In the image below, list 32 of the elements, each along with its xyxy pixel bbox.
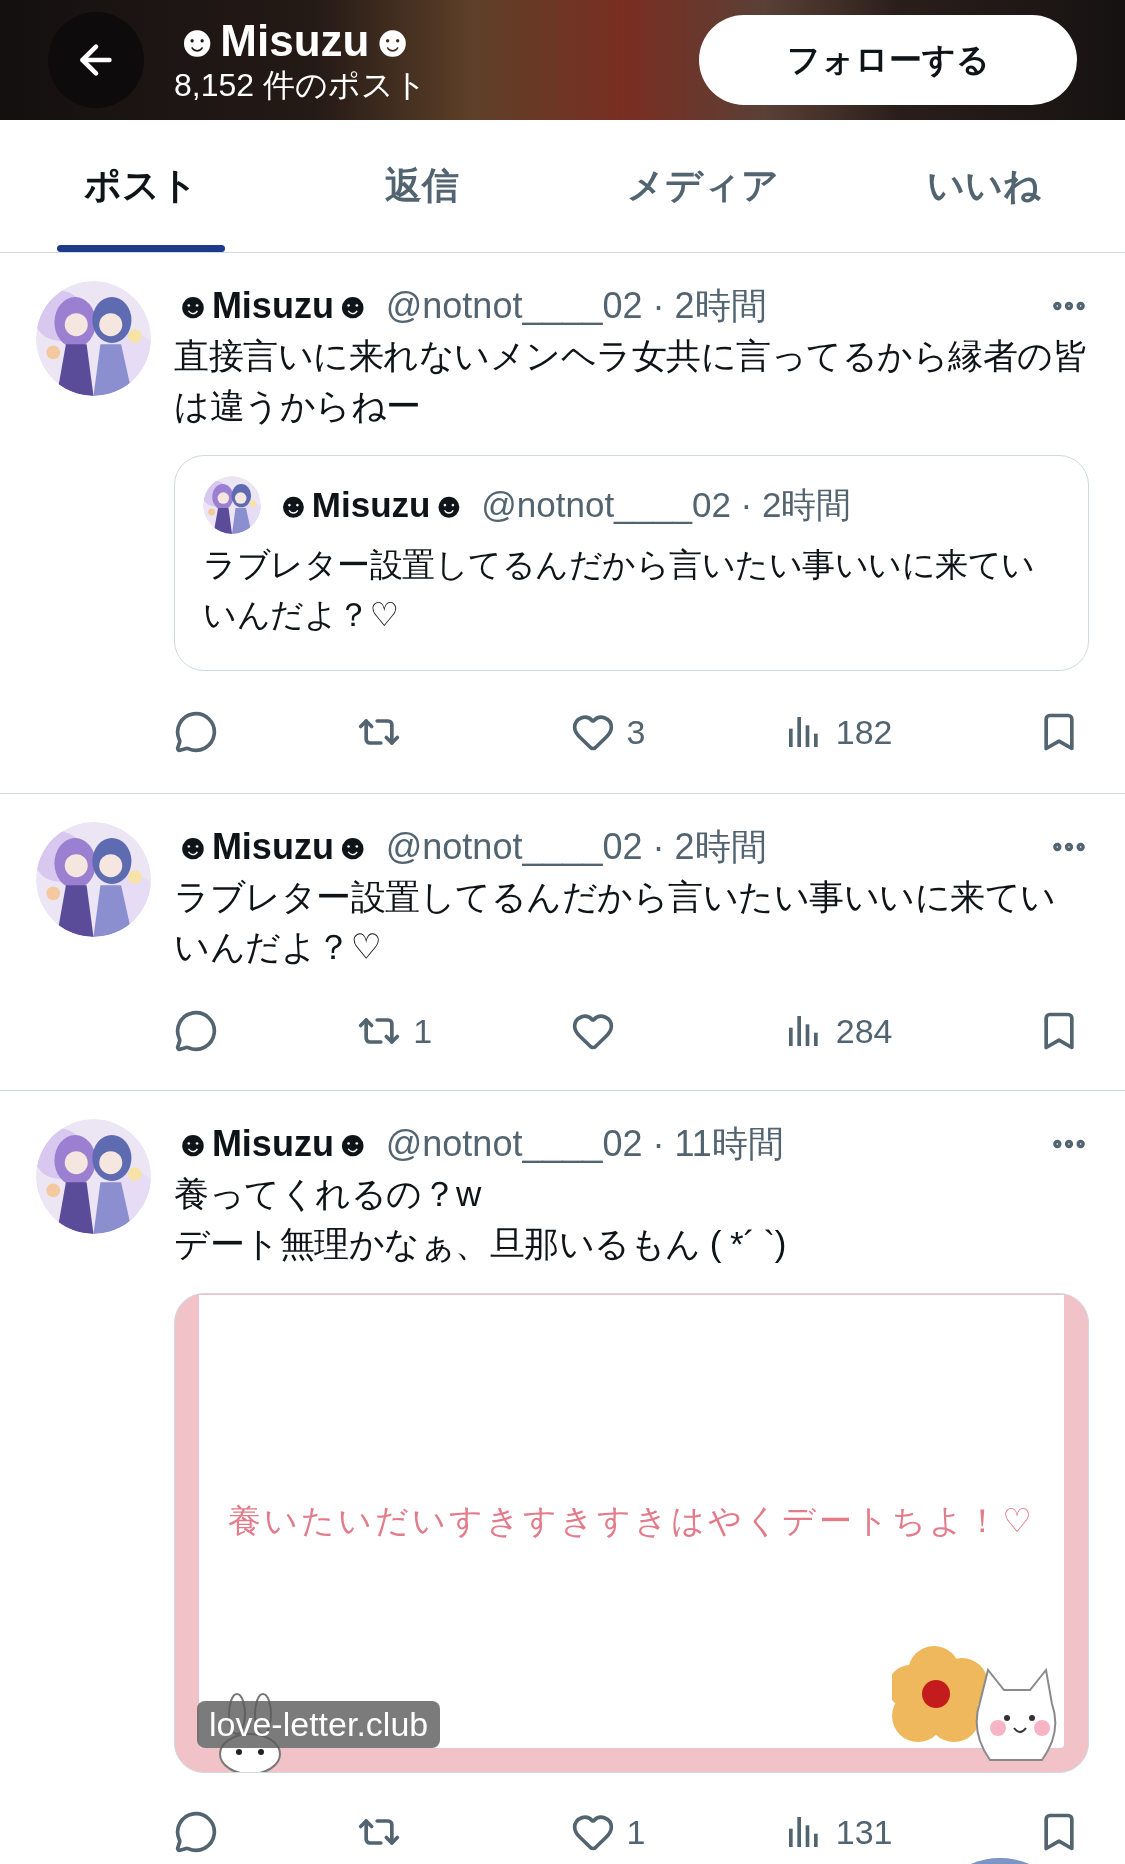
post-text: 直接言いに来れないメンヘラ女共に言ってるから縁者の皆は違うからねー — [174, 335, 1088, 427]
display-name: ☻Misuzu☻ — [275, 485, 468, 525]
post-count: 8,152 件のポスト — [174, 66, 428, 104]
views-button[interactable]: 284 — [783, 1011, 914, 1051]
quoted-post[interactable]: ☻Misuzu☻ @notnot____02 · 2時間 ラブレター設置してるんだから言いたい事いいに来ていいんだよ？♡ — [174, 455, 1089, 671]
handle-time: @notnot____02 · 2時間 — [481, 483, 853, 526]
profile-name: ☻Misuzu☻ — [174, 16, 417, 66]
follow-button[interactable]: フォローする — [699, 15, 1077, 105]
tab[interactable]: メディア — [562, 120, 844, 252]
repost-button[interactable]: 1 — [357, 1009, 448, 1053]
link-card[interactable]: 養いたいだいすきすきすきはやくデートちよ！♡ love-letter.club — [174, 1293, 1089, 1773]
like-button[interactable]: 3 — [570, 710, 661, 754]
handle-time: @notnot____02 · 2時間 — [385, 824, 768, 869]
handle-time: @notnot____02 · 11時間 — [385, 1121, 785, 1166]
reply-icon — [174, 710, 218, 754]
display-name: ☻Misuzu☻ — [174, 826, 372, 868]
tab[interactable]: ポスト — [0, 120, 282, 252]
views-button[interactable]: 131 — [783, 1812, 914, 1852]
card-message: 養いたいだいすきすきすきはやくデートちよ！♡ — [228, 1501, 1035, 1541]
post-text: 養ってくれるの？w デート無理かなぁ、旦那いるもん ( *´ `) — [174, 1173, 787, 1265]
views-button[interactable]: 182 — [783, 712, 914, 752]
display-name: ☻Misuzu☻ — [174, 1123, 372, 1165]
reply-icon — [174, 1009, 218, 1053]
reply-icon — [174, 1810, 218, 1854]
card-domain: love-letter.club — [197, 1701, 441, 1748]
tab[interactable]: 返信 — [281, 120, 563, 252]
tab[interactable]: いいね — [843, 120, 1125, 252]
quoted-text: ラブレター設置してるんだから言いたい事いいに来ていいんだよ？♡ — [203, 545, 1036, 635]
display-name: ☻Misuzu☻ — [174, 285, 372, 327]
like-button[interactable]: 1 — [570, 1810, 661, 1854]
handle-time: @notnot____02 · 2時間 — [385, 283, 768, 328]
post-text: ラブレター設置してるんだから言いたい事いいに来ていいんだよ？♡ — [174, 876, 1057, 968]
